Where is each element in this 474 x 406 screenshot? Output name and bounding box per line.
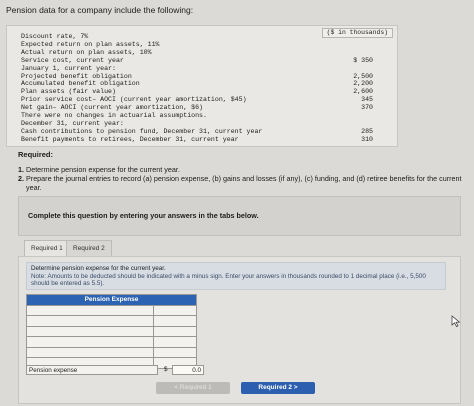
- data-row-label: There were no changes in actuarial assum…: [21, 112, 207, 119]
- answer-panel: Determine pension expense for the curren…: [18, 256, 461, 404]
- data-row-value: 370: [361, 104, 373, 112]
- data-row-label: Service cost, current year: [21, 56, 124, 64]
- data-row-value: $ 350: [353, 56, 373, 64]
- data-row-label: Plan assets (fair value): [21, 88, 116, 96]
- table-row: [26, 336, 198, 348]
- problem-intro: Pension data for a company include the f…: [6, 5, 194, 15]
- data-row-value: 2,200: [353, 80, 373, 88]
- data-row-label: December 31, current year:: [21, 119, 124, 127]
- prev-required-1-button[interactable]: < Required 1: [156, 382, 230, 394]
- table-header: Pension Expense: [26, 294, 197, 306]
- table-row: [26, 304, 198, 316]
- amount-input[interactable]: [152, 336, 198, 348]
- amount-input[interactable]: [152, 325, 198, 337]
- amount-input[interactable]: [152, 346, 198, 358]
- label-input[interactable]: [26, 346, 154, 358]
- tab-required-2[interactable]: Required 2: [66, 240, 112, 257]
- mouse-cursor-icon: [451, 315, 461, 327]
- pension-expense-total-row: Pension expense $ 0.0: [26, 365, 204, 375]
- data-row-value: 310: [361, 135, 373, 143]
- requirement-2: 2. Prepare the journal entries to record …: [18, 173, 462, 192]
- complete-prompt: Complete this question by entering your …: [28, 211, 259, 220]
- data-row-label: Accumulated benefit obligation: [21, 80, 140, 88]
- data-row-label: Cash contributions to pension fund, Dece…: [21, 127, 263, 135]
- instructions-box: Determine pension expense for the curren…: [26, 262, 446, 290]
- instructions-note: Note: Amounts to be deducted should be i…: [31, 272, 426, 288]
- complete-prompt-box: Complete this question by entering your …: [18, 196, 461, 236]
- tab-required-1[interactable]: Required 1: [24, 240, 70, 257]
- label-input[interactable]: [26, 325, 154, 337]
- data-row-label: Expected return on plan assets, 11%: [21, 40, 160, 48]
- data-row-label: Net gain– AOCI (current year amortizatio…: [21, 104, 204, 112]
- pension-expense-value[interactable]: 0.0: [172, 365, 204, 375]
- data-row-label: Discount rate, 7%: [21, 33, 89, 40]
- pension-expense-label: Pension expense: [26, 365, 158, 375]
- data-row-value: 345: [361, 96, 373, 104]
- data-row-label: Benefit payments to retirees, December 3…: [21, 135, 239, 143]
- data-row-value: 2,600: [353, 88, 373, 96]
- required-title: Required:: [18, 150, 54, 159]
- units-badge: ($ in thousands): [321, 28, 393, 38]
- data-row-value: 2,500: [353, 72, 373, 80]
- pension-expense-table: Pension Expense: [26, 294, 198, 369]
- label-input[interactable]: [26, 336, 154, 348]
- next-required-2-button[interactable]: Required 2 >: [241, 382, 315, 394]
- amount-input[interactable]: [152, 315, 198, 327]
- data-row-label: Projected benefit obligation: [21, 72, 132, 80]
- label-input[interactable]: [26, 315, 154, 327]
- instructions-text: Determine pension expense for the curren…: [31, 265, 166, 272]
- table-row: [26, 346, 198, 358]
- amount-input[interactable]: [152, 304, 198, 316]
- label-input[interactable]: [26, 304, 154, 316]
- data-row-label: Prior service cost– AOCI (current year a…: [21, 96, 247, 104]
- data-row-label: January 1, current year:: [21, 64, 116, 72]
- requirements-list: 1. Determine pension expense for the curr…: [18, 165, 464, 192]
- data-row-label: Actual return on plan assets, 10%: [21, 48, 152, 56]
- table-row: [26, 315, 198, 327]
- table-row: [26, 325, 198, 337]
- currency-symbol: $: [164, 366, 168, 373]
- data-row-value: 285: [361, 127, 373, 135]
- pension-data-block: ($ in thousands) Discount rate, 7% Expect…: [6, 25, 398, 147]
